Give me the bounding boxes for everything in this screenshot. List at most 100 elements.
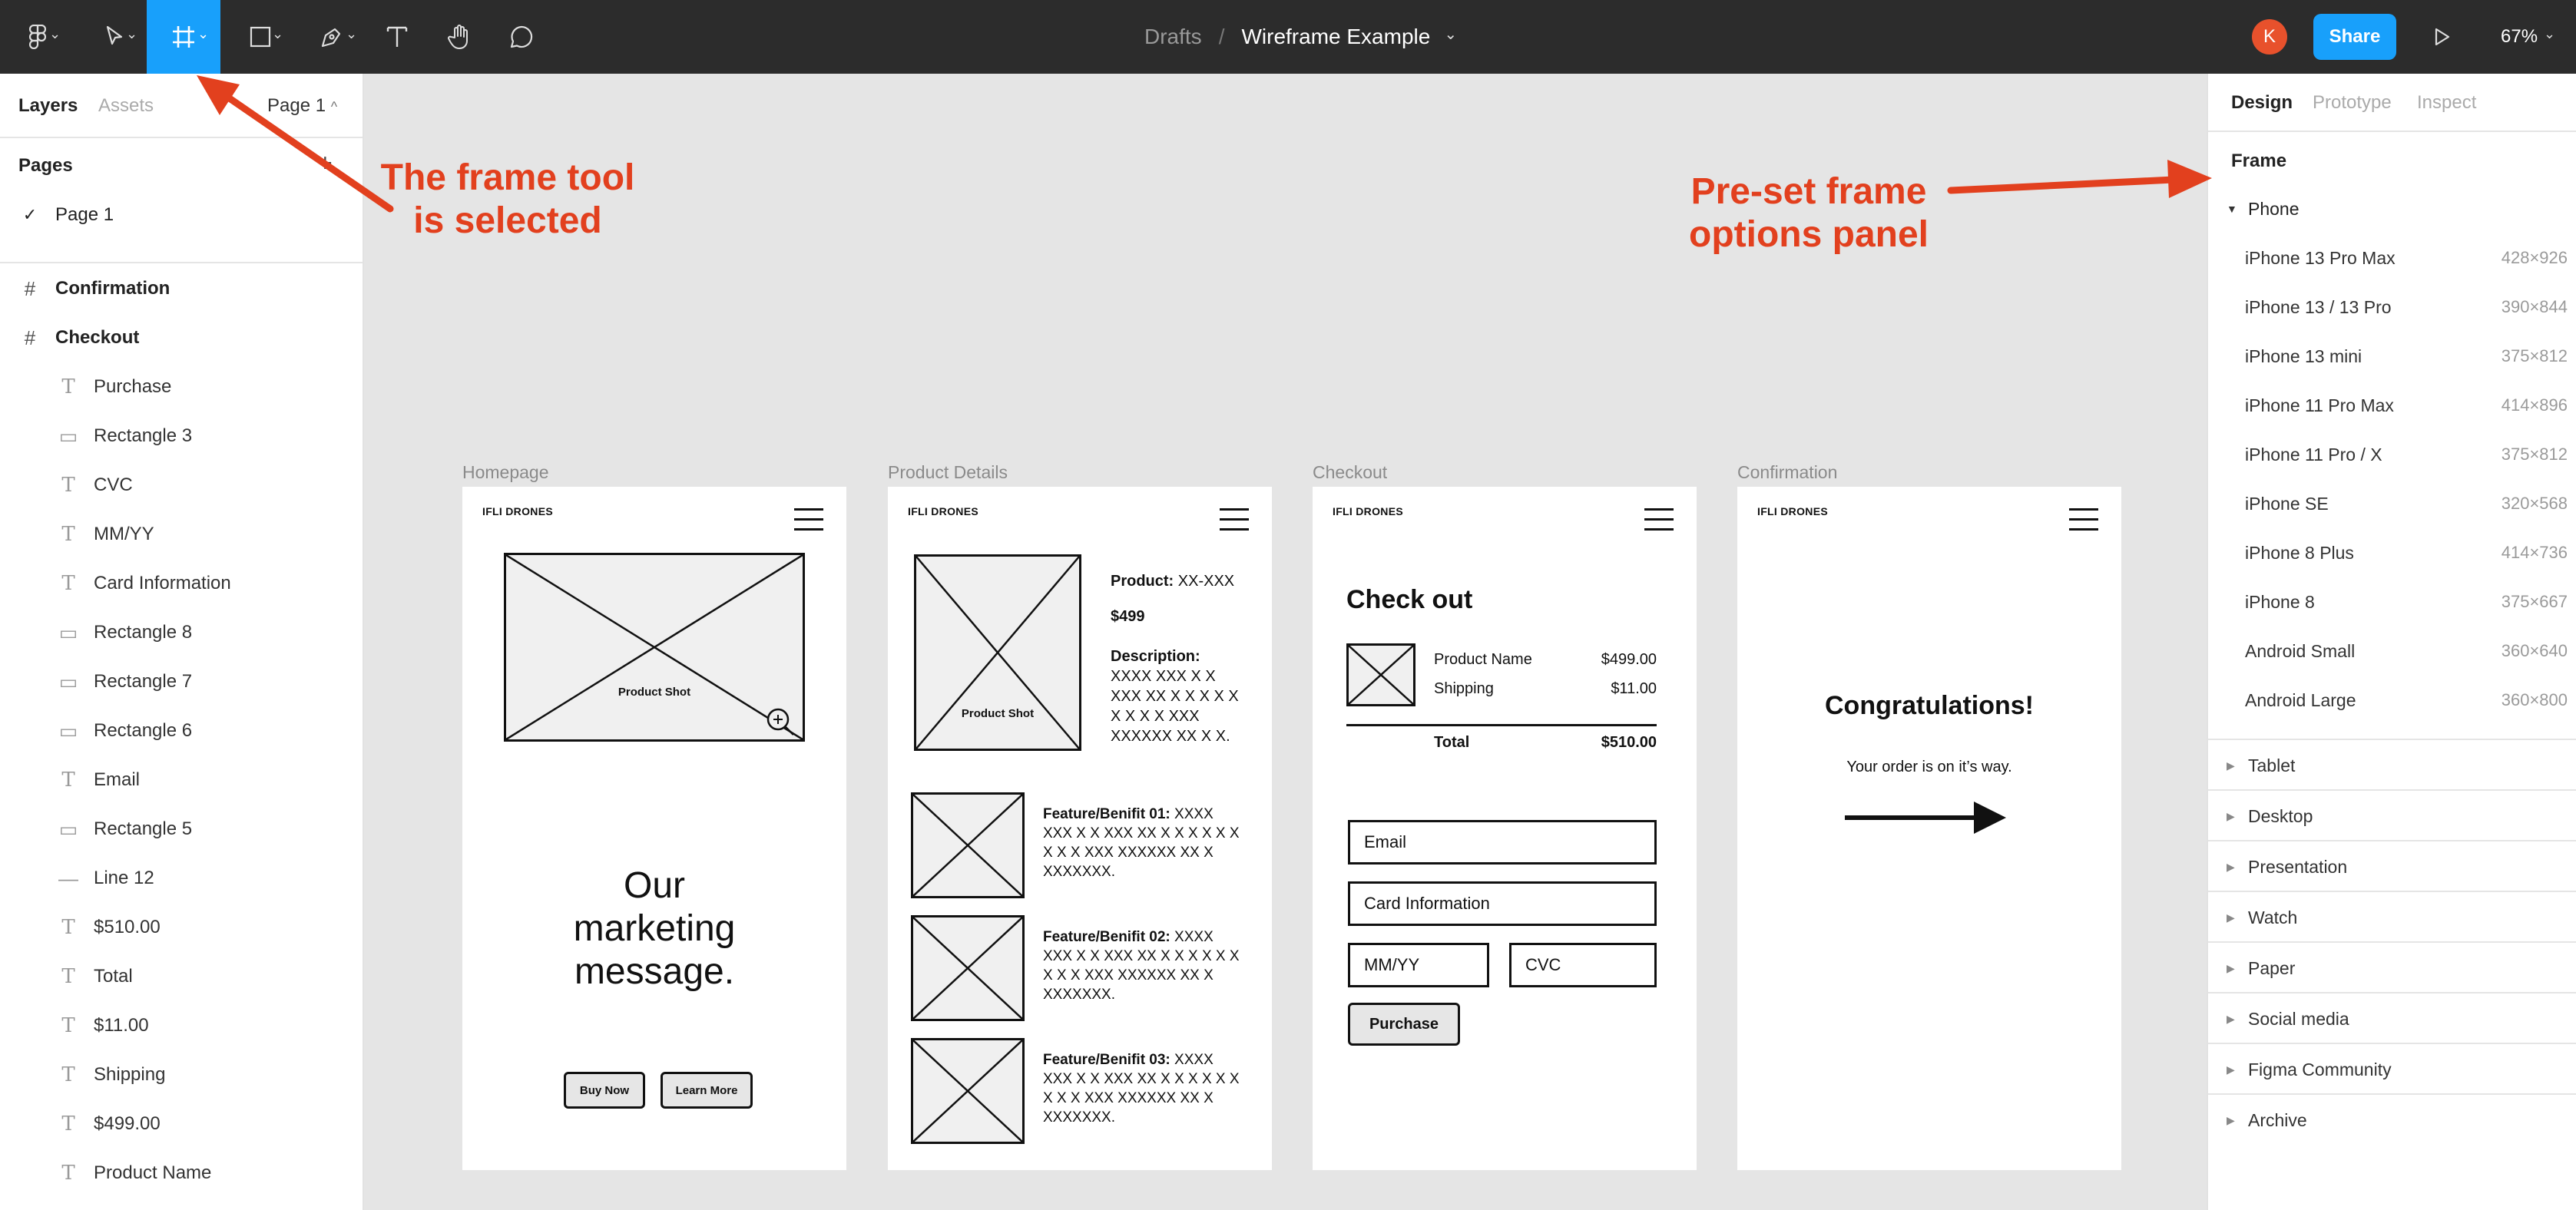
frame-category[interactable]: ▶ Archive — [2208, 1093, 2576, 1146]
checkout-frame[interactable]: IFLI DRONES Check out Product Name $499.… — [1313, 487, 1697, 1170]
tab-inspect[interactable]: Inspect — [2417, 92, 2476, 114]
layer-item[interactable]: T Card Information — [0, 559, 363, 608]
divider — [0, 137, 363, 138]
frame-preset[interactable]: iPhone 13 / 13 Pro 390×844 — [2245, 283, 2568, 332]
frame-preset[interactable]: iPhone 11 Pro Max 414×896 — [2245, 381, 2568, 430]
move-tool[interactable]: ⌄ — [84, 0, 146, 74]
marketing-message: Our marketing message. — [573, 865, 736, 992]
layer-item[interactable]: T $11.00 — [0, 1001, 363, 1050]
layer-item[interactable]: T Shipping — [0, 1050, 363, 1099]
brand-logo: IFLI DRONES — [482, 505, 553, 517]
shape-tool[interactable]: ⌄ — [233, 0, 287, 74]
frame-category[interactable]: ▶ Paper — [2208, 941, 2576, 993]
mm-yy-field[interactable]: MM/YY — [1348, 943, 1489, 987]
comment-tool[interactable] — [501, 0, 542, 74]
feature-text: Feature/Benifit 02: XXXX XXX X X XXX XX … — [1043, 927, 1240, 1004]
triangle-right-icon: ▶ — [2227, 961, 2235, 974]
buy-now-button[interactable]: Buy Now — [564, 1072, 645, 1109]
file-name[interactable]: Wireframe Example — [1241, 25, 1430, 49]
frame-label-homepage[interactable]: Homepage — [462, 462, 549, 483]
frame-category[interactable]: ▶ Figma Community — [2208, 1043, 2576, 1095]
frame-category[interactable]: ▶ Presentation — [2208, 840, 2576, 892]
frame-tool[interactable]: ⌄ — [147, 0, 220, 74]
layer-item[interactable]: T CVC — [0, 461, 363, 510]
frame-preset[interactable]: iPhone SE 320×568 — [2245, 479, 2568, 528]
layer-item[interactable]: T Email — [0, 755, 363, 805]
frame-label-confirmation[interactable]: Confirmation — [1737, 462, 1837, 483]
frame-preset[interactable]: iPhone 8 375×667 — [2245, 577, 2568, 626]
present-button[interactable] — [2427, 0, 2458, 74]
tab-assets[interactable]: Assets — [98, 95, 154, 117]
frame-preset[interactable]: Android Small 360×640 — [2245, 626, 2568, 676]
text-tool[interactable] — [376, 0, 418, 74]
email-field[interactable]: Email — [1348, 820, 1657, 865]
layer-frame-confirmation[interactable]: # Confirmation — [0, 264, 363, 313]
zoom-control[interactable]: 67% ⌄ — [2501, 0, 2555, 74]
frame-category[interactable]: ▶ Social media — [2208, 992, 2576, 1044]
frame-preset[interactable]: iPhone 11 Pro / X 375×812 — [2245, 430, 2568, 479]
triangle-right-icon: ▶ — [2227, 860, 2235, 873]
frame-category[interactable]: ▶ Desktop — [2208, 789, 2576, 841]
layer-item[interactable]: T Total — [0, 952, 363, 1001]
share-button[interactable]: Share — [2313, 14, 2396, 60]
layer-label: Rectangle 6 — [94, 720, 193, 741]
preset-name: iPhone 8 — [2245, 591, 2315, 612]
hand-tool[interactable] — [439, 0, 481, 74]
tab-design[interactable]: Design — [2231, 92, 2293, 114]
feature-label: Feature/Benifit 02: — [1043, 929, 1170, 945]
divider — [0, 262, 363, 263]
frame-preset[interactable]: iPhone 13 Pro Max 428×926 — [2245, 233, 2568, 283]
layer-item[interactable]: T $499.00 — [0, 1099, 363, 1149]
layer-item[interactable]: ▭ Rectangle 3 — [0, 412, 363, 461]
frame-label-product-details[interactable]: Product Details — [888, 462, 1008, 483]
frame-category[interactable]: ▶ Tablet — [2208, 739, 2576, 791]
card-information-field[interactable]: Card Information — [1348, 881, 1657, 926]
feature-text: Feature/Benifit 03: XXXX XXX X X XXX XX … — [1043, 1050, 1240, 1127]
layer-item[interactable]: — Line 12 — [0, 854, 363, 903]
learn-more-button[interactable]: Learn More — [661, 1072, 753, 1109]
main-menu-button[interactable]: ⌄ — [11, 0, 65, 74]
layer-item[interactable]: ▭ Rectangle 8 — [0, 608, 363, 657]
page-item[interactable]: ✓ Page 1 — [0, 190, 363, 240]
cvc-field[interactable]: CVC — [1509, 943, 1657, 987]
confirmation-message: Your order is on it’s way. — [1846, 759, 2012, 775]
homepage-frame[interactable]: IFLI DRONES Product Shot Our marketing m… — [462, 487, 846, 1170]
tab-prototype[interactable]: Prototype — [2313, 92, 2392, 114]
hamburger-menu-icon — [2069, 508, 2098, 531]
layer-frame-checkout[interactable]: # Checkout — [0, 313, 363, 362]
product-code: Product: XX-XXX — [1111, 573, 1234, 590]
avatar[interactable]: K — [2252, 19, 2287, 55]
breadcrumb-drafts[interactable]: Drafts — [1144, 25, 1202, 49]
layer-item[interactable]: T MM/YY — [0, 510, 363, 559]
layer-item[interactable]: ▭ Rectangle 6 — [0, 706, 363, 755]
layer-item[interactable]: ▭ Rectangle 5 — [0, 805, 363, 854]
frame-preset[interactable]: Android Large 360×800 — [2245, 676, 2568, 725]
pen-tool[interactable]: ⌄ — [301, 0, 363, 74]
layer-item[interactable]: ▭ Rectangle 7 — [0, 657, 363, 706]
tab-layers[interactable]: Layers — [18, 95, 78, 117]
purchase-button[interactable]: Purchase — [1348, 1003, 1460, 1046]
frame-label-checkout[interactable]: Checkout — [1313, 462, 1387, 483]
text-icon: T — [61, 474, 75, 497]
layer-item[interactable]: T Purchase — [0, 362, 363, 412]
frame-preset[interactable]: iPhone 8 Plus 414×736 — [2245, 528, 2568, 577]
layer-item[interactable]: T Product Name — [0, 1149, 363, 1198]
category-label: Desktop — [2248, 805, 2313, 826]
text-icon: T — [61, 769, 75, 792]
add-page-icon[interactable]: + — [318, 149, 333, 177]
category-phone[interactable]: ▼ Phone — [2208, 184, 2576, 233]
preset-size: 375×812 — [2501, 346, 2568, 365]
frame-icon: # — [24, 326, 36, 349]
layer-label: Line 12 — [94, 868, 154, 888]
frame-preset[interactable]: iPhone 13 mini 375×812 — [2245, 332, 2568, 381]
chevron-down-icon: ⌄ — [197, 26, 210, 41]
frame-category[interactable]: ▶ Watch — [2208, 891, 2576, 943]
product-details-frame[interactable]: IFLI DRONES Product Shot Product: XX-XXX… — [888, 487, 1272, 1170]
page-selector[interactable]: Page 1 ^ — [267, 95, 337, 117]
layer-label: $510.00 — [94, 917, 161, 937]
layer-item[interactable]: T $510.00 — [0, 903, 363, 952]
confirmation-frame[interactable]: IFLI DRONES Congratulations! Your order … — [1737, 487, 2121, 1170]
chevron-down-icon: ⌄ — [49, 26, 61, 41]
chevron-down-icon[interactable]: ⌄ — [1444, 25, 1457, 44]
brand-logo: IFLI DRONES — [1757, 505, 1828, 517]
